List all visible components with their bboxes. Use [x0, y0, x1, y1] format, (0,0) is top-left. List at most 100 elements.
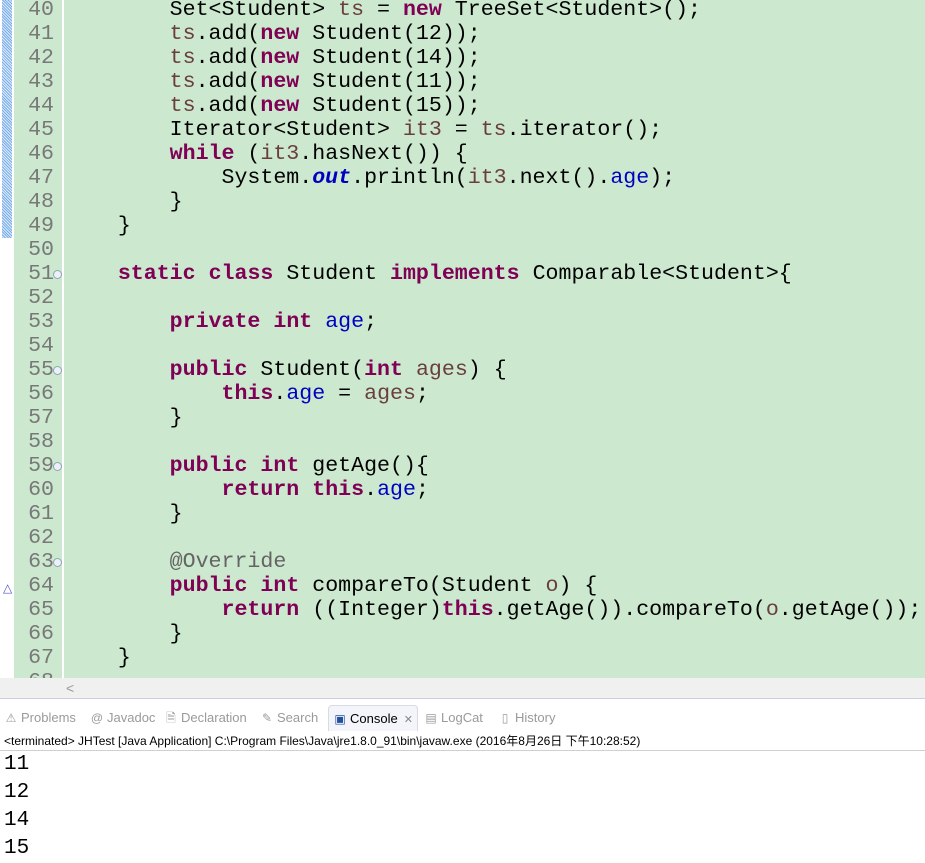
tab-label: Problems: [21, 710, 76, 725]
code-token: .add(: [195, 70, 261, 94]
code-line[interactable]: 60 return this.age;: [0, 478, 925, 502]
code-token: int: [260, 454, 300, 478]
code-line[interactable]: 59 public int getAge(){: [0, 454, 925, 478]
code-text: }: [66, 646, 131, 670]
code-line[interactable]: 50: [0, 238, 925, 262]
logcat-icon: ▤: [425, 711, 437, 725]
code-token: public: [169, 454, 248, 478]
code-line[interactable]: 54: [0, 334, 925, 358]
fold-toggle-icon[interactable]: [53, 366, 62, 375]
tab-logcat[interactable]: ▤ LogCat: [424, 705, 483, 730]
code-editor[interactable]: 40 Set<Student> ts = new TreeSet<Student…: [0, 0, 925, 678]
code-token: age: [377, 478, 416, 502]
code-line[interactable]: 66 }: [0, 622, 925, 646]
code-line[interactable]: 61 }: [0, 502, 925, 526]
code-line[interactable]: 67 }: [0, 646, 925, 670]
code-token: compareTo(Student: [299, 574, 546, 598]
code-token: this: [221, 382, 274, 406]
line-number: 46: [28, 142, 54, 166]
code-line[interactable]: 62: [0, 526, 925, 550]
code-token: Iterator<Student>: [66, 118, 403, 142]
code-token: int: [273, 310, 313, 334]
code-line[interactable]: 41 ts.add(new Student(12));: [0, 22, 925, 46]
code-line[interactable]: 44 ts.add(new Student(15));: [0, 94, 925, 118]
code-token: Student(: [247, 358, 365, 382]
code-line[interactable]: 55 public Student(int ages) {: [0, 358, 925, 382]
code-token: age: [610, 166, 650, 190]
close-icon[interactable]: ✕: [404, 714, 413, 726]
code-text: }: [66, 502, 183, 526]
code-line[interactable]: 53 private int age;: [0, 310, 925, 334]
fold-toggle-icon[interactable]: [53, 270, 62, 279]
code-line[interactable]: 43 ts.add(new Student(11));: [0, 70, 925, 94]
tab-history[interactable]: ▯ History: [498, 705, 556, 730]
code-token: }: [66, 502, 183, 526]
tab-console[interactable]: ▣ Console ✕: [328, 705, 418, 731]
fold-toggle-icon[interactable]: [53, 462, 62, 471]
code-token: public: [169, 574, 248, 598]
code-line[interactable]: 52: [0, 286, 925, 310]
code-token: age: [286, 382, 326, 406]
code-token: class: [208, 262, 274, 286]
tab-javadoc[interactable]: @ Javadoc: [90, 705, 156, 730]
line-number: 43: [28, 70, 54, 94]
code-text: @Override: [66, 550, 287, 574]
history-icon: ▯: [501, 711, 509, 725]
code-token: it3: [402, 118, 442, 142]
code-line[interactable]: 49 }: [0, 214, 925, 238]
fold-toggle-icon[interactable]: [53, 558, 62, 567]
code-text: System.out.println(it3.next().age);: [66, 166, 676, 190]
problems-icon: ⚠: [5, 711, 17, 725]
code-token: private: [169, 310, 261, 334]
code-line[interactable]: 48 }: [0, 190, 925, 214]
code-token: ages: [364, 382, 416, 406]
code-line[interactable]: 58: [0, 430, 925, 454]
code-line[interactable]: 45 Iterator<Student> it3 = ts.iterator()…: [0, 118, 925, 142]
console-output[interactable]: 11 12 14 15: [0, 750, 925, 863]
code-line[interactable]: 46 while (it3.hasNext()) {: [0, 142, 925, 166]
console-icon: ▣: [334, 712, 346, 726]
code-token: int: [260, 574, 300, 598]
code-token: o: [765, 598, 779, 622]
code-line[interactable]: 63 @Override: [0, 550, 925, 574]
line-number: 49: [28, 214, 54, 238]
code-line[interactable]: 40 Set<Student> ts = new TreeSet<Student…: [0, 0, 925, 22]
code-text: public int getAge(){: [66, 454, 429, 478]
code-text: static class Student implements Comparab…: [66, 262, 792, 286]
code-line[interactable]: 68: [0, 670, 925, 678]
code-token: Student(12));: [299, 22, 481, 46]
line-number: 57: [28, 406, 54, 430]
code-line[interactable]: 51 static class Student implements Compa…: [0, 262, 925, 286]
code-line[interactable]: △ 64 public int compareTo(Student o) {: [0, 574, 925, 598]
code-line[interactable]: 56 this.age = ages;: [0, 382, 925, 406]
tab-declaration[interactable]: 🗎 Declaration: [164, 705, 247, 730]
code-token: (: [234, 142, 261, 166]
code-token: .iterator();: [506, 118, 663, 142]
code-token: ;: [415, 382, 429, 406]
code-token: return: [221, 478, 300, 502]
code-line[interactable]: 47 System.out.println(it3.next().age);: [0, 166, 925, 190]
tab-problems[interactable]: ⚠ Problems: [4, 705, 76, 730]
code-token: .add(: [195, 22, 261, 46]
code-line[interactable]: 57 }: [0, 406, 925, 430]
line-number: 44: [28, 94, 54, 118]
code-line[interactable]: 42 ts.add(new Student(14));: [0, 46, 925, 70]
tab-search[interactable]: ✎ Search: [260, 705, 318, 730]
horizontal-scrollbar[interactable]: <: [0, 678, 925, 699]
code-line[interactable]: 65 return ((Integer)this.getAge()).compa…: [0, 598, 925, 622]
code-text: ts.add(new Student(15));: [66, 94, 481, 118]
line-number: 58: [28, 430, 54, 454]
scroll-left-icon[interactable]: <: [66, 678, 74, 698]
code-text: }: [66, 190, 183, 214]
line-number: 62: [28, 526, 54, 550]
code-token: ts: [169, 22, 196, 46]
code-token: ((Integer): [299, 598, 442, 622]
